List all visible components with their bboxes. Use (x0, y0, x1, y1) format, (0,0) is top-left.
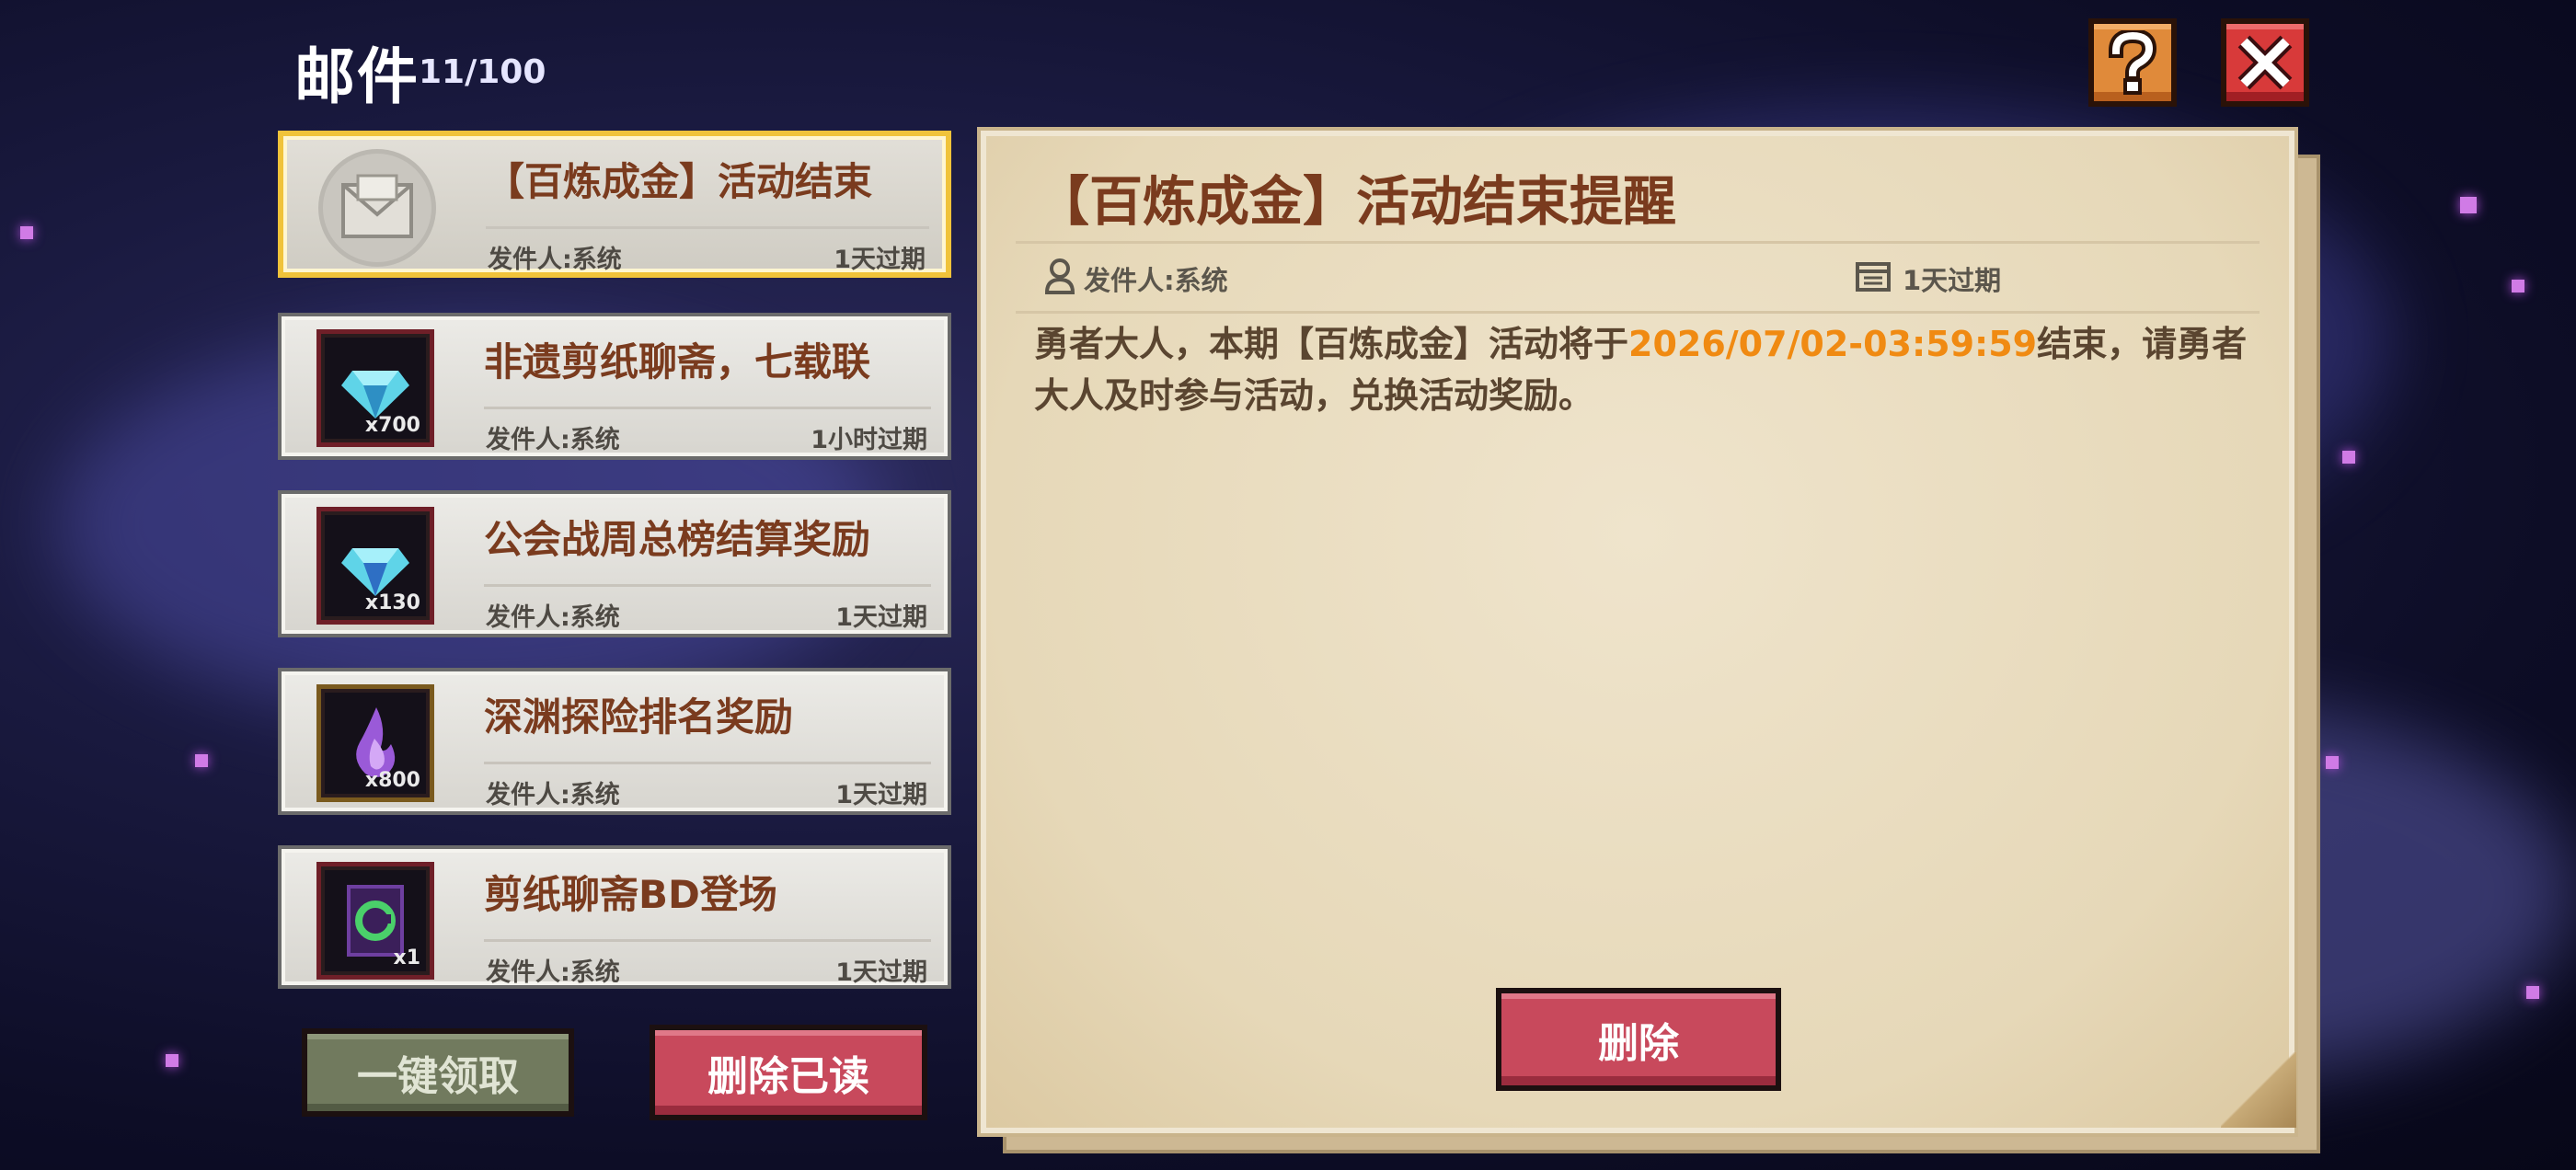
delete-button[interactable]: 删除 (1496, 988, 1781, 1091)
mail-sender: 发件人:系统 (486, 958, 620, 987)
detail-sender: 发件人:系统 (1084, 265, 1228, 296)
mail-item[interactable]: 【百炼成金】活动结束 发件人:系统 1天过期 (278, 131, 951, 278)
delete-read-button[interactable]: 删除已读 (650, 1025, 927, 1120)
mail-item[interactable]: x1 剪纸聊斋BD登场 发件人:系统 1天过期 (278, 845, 951, 989)
detail-title: 【百炼成金】活动结束提醒 (1036, 170, 1677, 233)
mail-expire: 1天过期 (834, 246, 926, 274)
star (2460, 197, 2477, 213)
mail-sender: 发件人:系统 (486, 603, 620, 632)
star (166, 1054, 178, 1067)
star (2326, 756, 2339, 769)
close-icon (2237, 35, 2293, 90)
mail-item[interactable]: x130 公会战周总榜结算奖励 发件人:系统 1天过期 (278, 490, 951, 637)
mail-title: 深渊探险排名奖励 (484, 694, 794, 740)
green-card-icon: x1 (316, 862, 434, 980)
item-quantity: x700 (364, 414, 420, 437)
divider (1016, 311, 2260, 314)
question-icon (2108, 30, 2157, 95)
diamond-icon: x700 (316, 329, 434, 447)
divider (484, 407, 931, 409)
page-curl (2221, 1052, 2296, 1128)
mail-sender: 发件人:系统 (488, 246, 622, 274)
star (2512, 280, 2524, 292)
mail-expire: 1天过期 (835, 781, 927, 809)
envelope-icon (318, 149, 436, 267)
mail-expire: 1天过期 (835, 958, 927, 987)
star (2526, 986, 2539, 999)
star (2342, 451, 2355, 464)
sender-icon (1044, 258, 1075, 294)
help-button[interactable] (2088, 18, 2177, 107)
divider (1016, 241, 2260, 244)
mail-item[interactable]: x700 非遗剪纸聊斋，七载联 发件人:系统 1小时过期 (278, 313, 951, 460)
mail-title: 【百炼成金】活动结束 (486, 159, 873, 204)
mail-expire: 1天过期 (835, 603, 927, 632)
star (195, 754, 208, 767)
mail-item[interactable]: x800 深渊探险排名奖励 发件人:系统 1天过期 (278, 668, 951, 815)
end-time-highlight: 2026/07/02-03:59:59 (1628, 324, 2038, 364)
divider (484, 762, 931, 764)
diamond-icon: x130 (316, 507, 434, 625)
body-text: 勇者大人，本期【百炼成金】活动将于 (1034, 324, 1629, 364)
item-quantity: x130 (364, 591, 420, 614)
mail-title: 剪纸聊斋BD登场 (484, 872, 777, 917)
detail-expire: 1天过期 (1903, 265, 2002, 296)
item-quantity: x1 (393, 946, 421, 969)
star (20, 226, 33, 239)
divider (484, 584, 931, 587)
mail-title: 非遗剪纸聊斋，七载联 (484, 339, 871, 384)
mail-sender: 发件人:系统 (486, 781, 620, 809)
detail-body: 勇者大人，本期【百炼成金】活动将于2026/07/02-03:59:59结束，请… (1034, 318, 2258, 421)
purple-flame-icon: x800 (316, 684, 434, 802)
claim-all-button[interactable]: 一键领取 (302, 1028, 574, 1117)
divider (484, 939, 931, 942)
mail-count: 11/100 (419, 53, 546, 91)
close-button[interactable] (2221, 18, 2309, 107)
item-quantity: x800 (364, 769, 420, 792)
mail-expire: 1小时过期 (811, 426, 927, 454)
mail-sender: 发件人:系统 (486, 426, 620, 454)
mail-title: 公会战周总榜结算奖励 (484, 517, 871, 562)
divider (486, 226, 929, 229)
page-title: 邮件 (294, 41, 420, 112)
calendar-icon (1856, 262, 1891, 292)
